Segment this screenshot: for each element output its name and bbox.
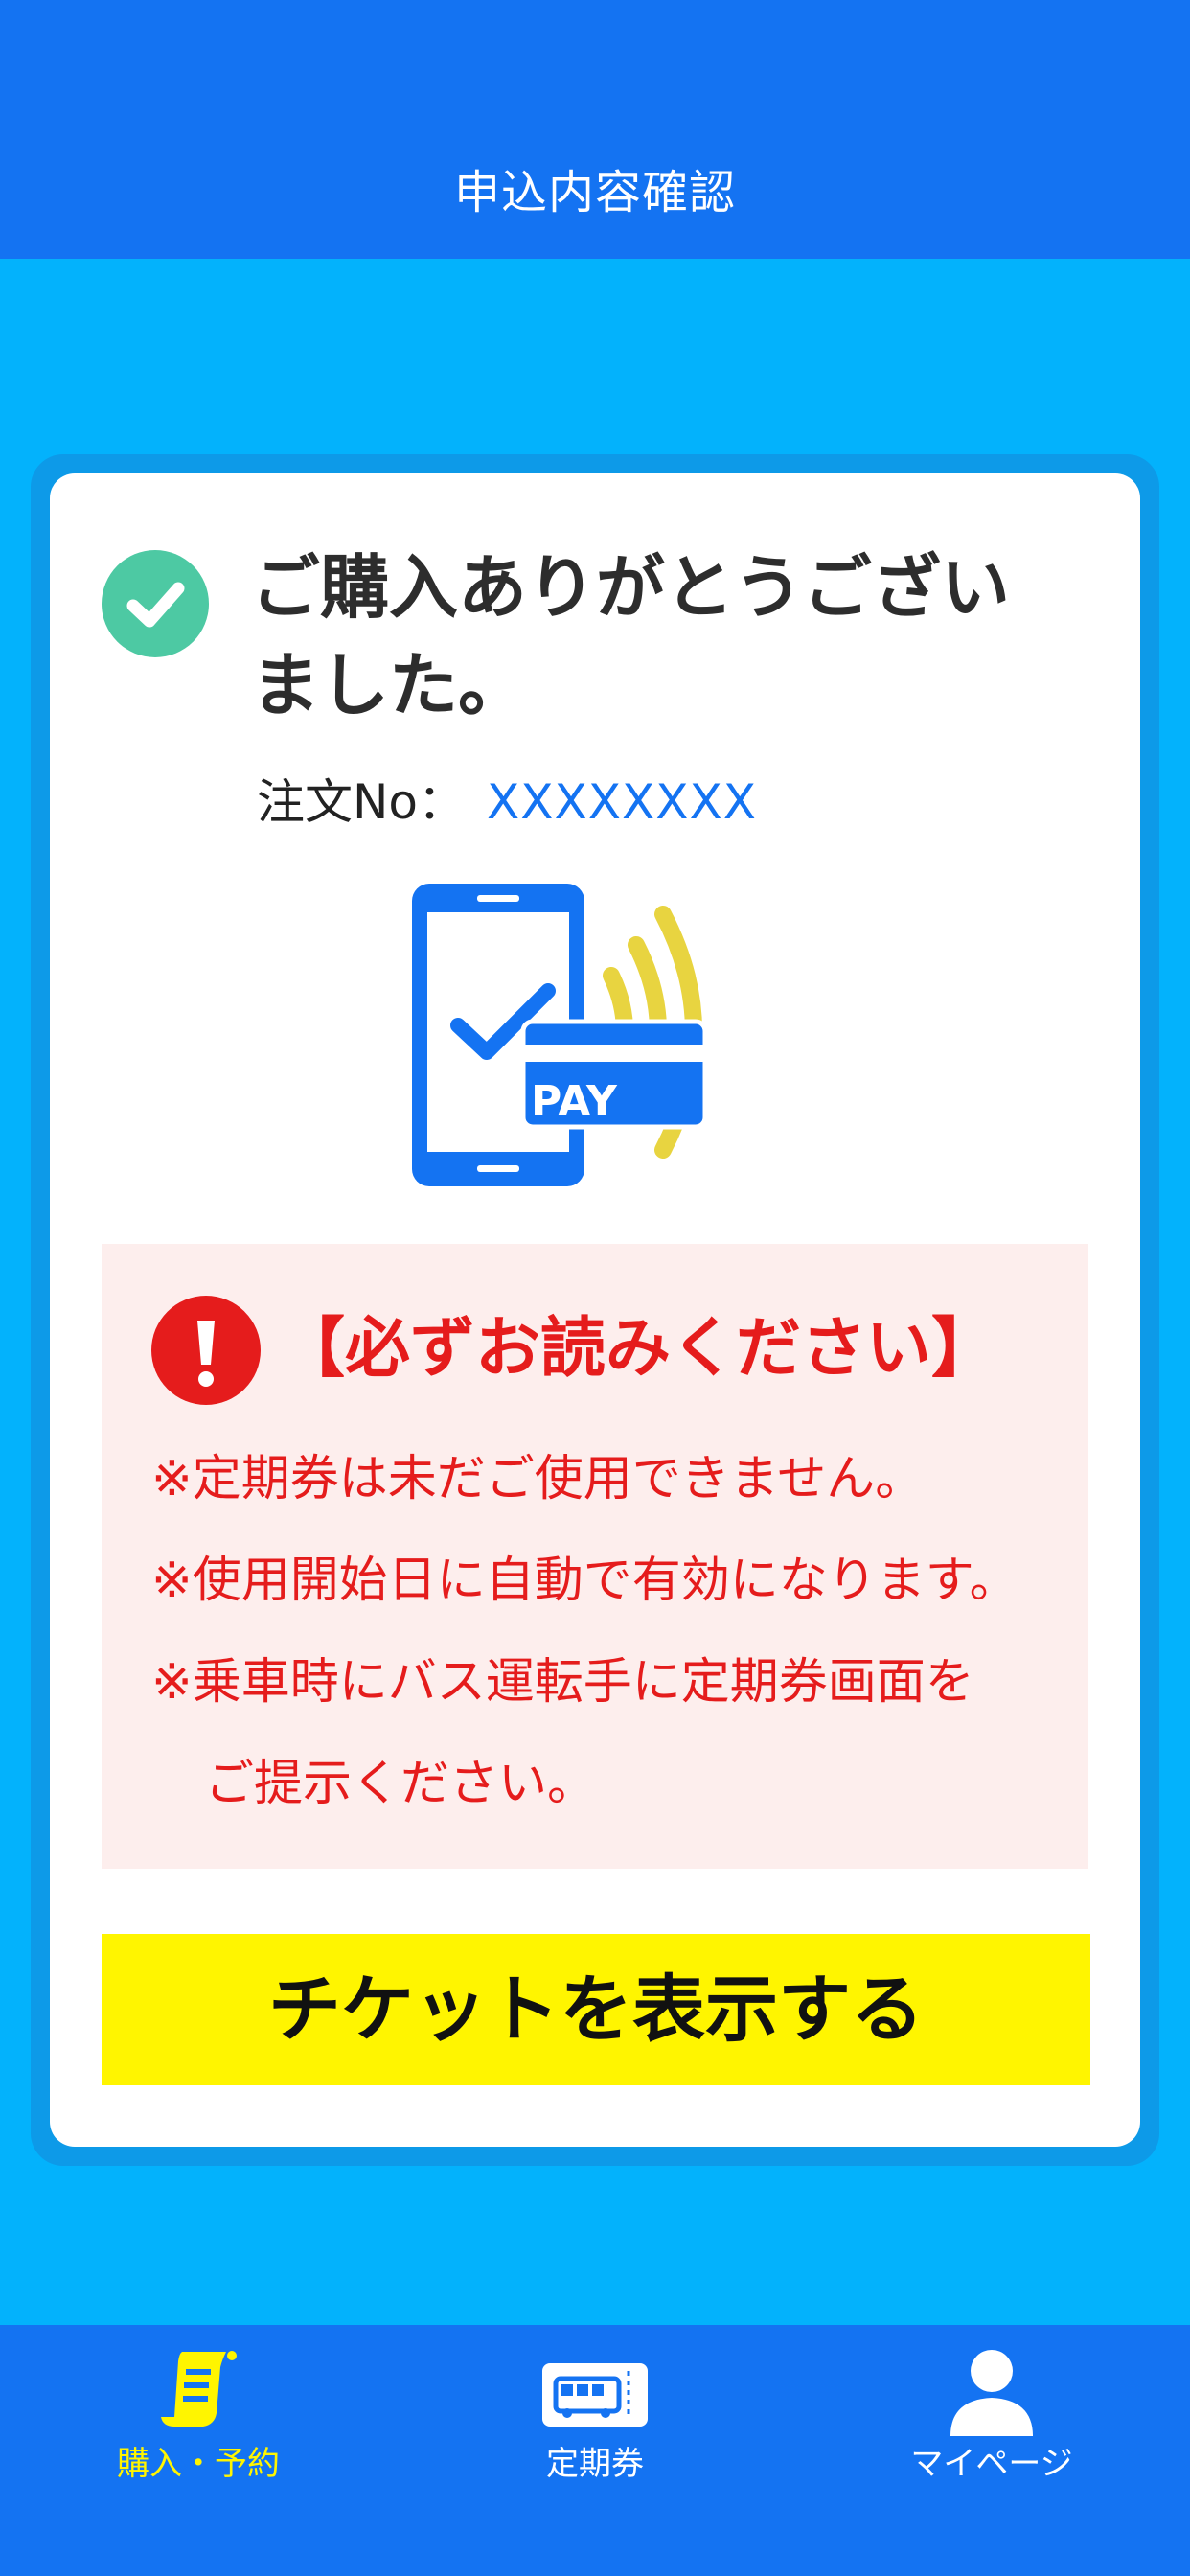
- phone-payment-illustration: PAY: [412, 884, 708, 1186]
- order-number-row: 注文No： XXXXXXXX: [257, 769, 757, 836]
- thanks-message-line2: ました。: [251, 645, 528, 725]
- page-title: 申込内容確認: [453, 166, 736, 219]
- tab-commuter-pass[interactable]: 定期券: [397, 2325, 793, 2517]
- notice-line: ご提示ください。: [205, 1756, 597, 1812]
- thanks-message-line1: ご購入ありがとうござい: [251, 547, 1011, 628]
- order-number-value: XXXXXXXX: [487, 774, 758, 830]
- notice-title: 【必ずお読みください】: [280, 1311, 997, 1387]
- show-ticket-button-label: チケットを表示する: [268, 1966, 924, 2052]
- receipt-icon: [161, 2351, 237, 2426]
- tab-purchase-label: 購入・予約: [117, 2445, 280, 2483]
- tab-purchase[interactable]: 購入・予約: [0, 2325, 397, 2517]
- bus-pass-icon: [542, 2363, 648, 2426]
- order-number-label: 注文No：: [257, 774, 466, 830]
- check-circle-icon: [102, 550, 209, 657]
- alert-icon: [151, 1296, 261, 1405]
- tab-mypage[interactable]: マイページ: [793, 2325, 1190, 2517]
- user-icon: [950, 2350, 1033, 2436]
- tab-commuter-pass-label: 定期券: [546, 2445, 644, 2483]
- app-header: 申込内容確認: [0, 0, 1190, 259]
- notice-line: ※定期券は未だご使用できません。: [151, 1451, 925, 1507]
- show-ticket-button[interactable]: チケットを表示する: [102, 1934, 1090, 2085]
- tab-mypage-label: マイページ: [910, 2445, 1073, 2483]
- pay-label: PAY: [531, 1077, 618, 1126]
- notice-line: ※使用開始日に自動で有効になります。: [151, 1552, 1018, 1609]
- notice-line: ※乗車時にバス運転手に定期券画面を: [151, 1654, 974, 1711]
